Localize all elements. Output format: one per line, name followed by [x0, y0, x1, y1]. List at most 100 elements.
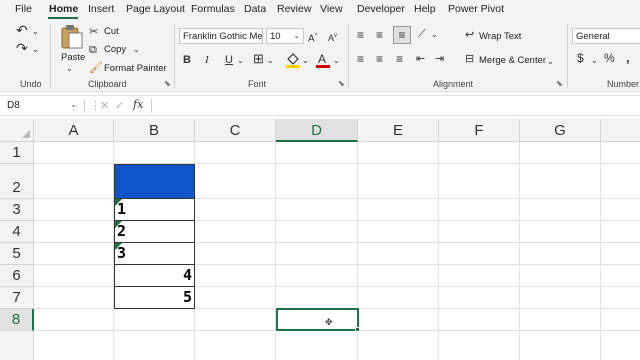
percent-button[interactable]: % [604, 52, 615, 64]
merge-center-button[interactable]: Merge & Center [479, 55, 546, 66]
orientation-dropdown-icon[interactable]: ⌄ [431, 29, 438, 41]
font-name-dropdown[interactable]: Franklin Gothic Me [179, 28, 263, 44]
clipboard-group-label: Clipboard [88, 79, 127, 89]
format-painter-button[interactable]: Format Painter [104, 63, 167, 74]
tab-insert[interactable]: Insert [88, 3, 114, 15]
redo-dropdown-icon[interactable]: ⌄ [32, 44, 39, 56]
enter-icon[interactable]: ✓ [115, 99, 124, 112]
column-header-c[interactable]: C [195, 119, 276, 142]
column-header-b[interactable]: B [114, 119, 195, 142]
orientation-icon[interactable]: ⟋ [418, 28, 426, 40]
clipboard-launcher-icon[interactable]: ⬊ [164, 79, 171, 88]
currency-button[interactable]: $ [577, 52, 584, 64]
cell-b5[interactable]: 3 [114, 243, 195, 265]
cancel-icon[interactable]: ✕ [100, 99, 109, 112]
tab-review[interactable]: Review [277, 3, 311, 15]
align-top-icon[interactable]: ≡ [357, 29, 364, 41]
copy-dropdown-icon[interactable]: ⌄ [133, 44, 140, 56]
fill-color-icon[interactable] [285, 51, 301, 69]
font-color-icon[interactable]: A [315, 51, 331, 69]
column-header-e[interactable]: E [358, 119, 439, 142]
bold-button[interactable]: B [183, 54, 191, 66]
align-left-icon[interactable]: ≡ [357, 53, 364, 65]
align-bottom-icon[interactable]: ≡ [393, 26, 411, 44]
row-header-3[interactable]: 3 [0, 199, 34, 221]
tab-page-layout[interactable]: Page Layout [126, 3, 185, 15]
decrease-indent-icon[interactable]: ⇤ [416, 53, 425, 65]
align-center-icon[interactable]: ≡ [376, 53, 383, 65]
borders-icon[interactable]: ⊞ [253, 52, 264, 65]
font-group-label: Font [248, 79, 267, 89]
copy-icon[interactable]: ⧉ [89, 44, 97, 56]
tab-home[interactable]: Home [49, 3, 78, 15]
paste-label[interactable]: Paste [61, 52, 85, 63]
currency-dropdown-icon[interactable]: ⌄ [591, 55, 598, 67]
group-separator [348, 24, 349, 88]
decrease-font-icon[interactable]: Av [328, 30, 337, 44]
gridline [600, 142, 601, 360]
cell-b3[interactable]: 1 [114, 199, 195, 221]
format-painter-icon[interactable]: 🖌 [89, 62, 103, 74]
insert-function-icon[interactable]: fx [133, 98, 143, 111]
italic-button[interactable]: I [205, 54, 209, 66]
paste-dropdown-icon[interactable]: ⌄ [66, 63, 73, 75]
cell-d8-selected[interactable] [276, 308, 359, 331]
column-header-a[interactable]: A [34, 119, 114, 142]
cell-b2[interactable] [114, 164, 195, 199]
row-header-9[interactable] [0, 331, 34, 360]
tab-power-pivot[interactable]: Power Pivot [448, 3, 504, 15]
column-header-h[interactable] [601, 119, 640, 142]
merge-dropdown-icon[interactable]: ⌄ [547, 56, 554, 68]
worksheet-grid[interactable]: A B C D E F G 1 2 3 4 5 6 7 8 1 2 3 4 5 … [0, 119, 640, 360]
cell-b6[interactable]: 4 [114, 265, 195, 287]
alignment-group-label: Alignment [433, 79, 474, 89]
tab-view[interactable]: View [320, 3, 343, 15]
undo-dropdown-icon[interactable]: ⌄ [32, 26, 39, 38]
row-header-2[interactable]: 2 [0, 164, 34, 199]
tab-formulas[interactable]: Formulas [191, 3, 235, 15]
merge-center-icon[interactable]: ⊟ [465, 53, 474, 65]
cell-b4[interactable]: 2 [114, 221, 195, 243]
font-color-dropdown-icon[interactable]: ⌄ [333, 55, 340, 67]
cut-icon[interactable]: ✂ [89, 26, 98, 38]
select-all-button[interactable] [0, 119, 34, 142]
tab-help[interactable]: Help [414, 3, 436, 15]
chevron-down-icon: ⌄ [70, 100, 77, 109]
row-header-4[interactable]: 4 [0, 221, 34, 243]
row-header-8[interactable]: 8 [0, 309, 34, 331]
underline-dropdown-icon[interactable]: ⌄ [237, 55, 244, 67]
increase-font-icon[interactable]: A^ [308, 30, 318, 45]
row-header-7[interactable]: 7 [0, 287, 34, 309]
undo-icon[interactable]: ↶ [16, 23, 28, 37]
cell-b7[interactable]: 5 [114, 287, 195, 309]
copy-button[interactable]: Copy [104, 44, 126, 55]
row-header-6[interactable]: 6 [0, 265, 34, 287]
borders-dropdown-icon[interactable]: ⌄ [267, 55, 274, 67]
wrap-text-button[interactable]: Wrap Text [479, 31, 521, 42]
fill-dropdown-icon[interactable]: ⌄ [302, 55, 309, 67]
column-header-g[interactable]: G [520, 119, 601, 142]
align-middle-icon[interactable]: ≡ [376, 29, 383, 41]
tab-developer[interactable]: Developer [357, 3, 405, 15]
tab-file[interactable]: File [15, 3, 32, 15]
redo-icon[interactable]: ↷ [16, 41, 28, 55]
align-right-icon[interactable]: ≡ [396, 53, 403, 65]
name-box[interactable]: D8 ⌄ [4, 98, 80, 114]
increase-indent-icon[interactable]: ⇥ [435, 53, 444, 65]
paste-icon[interactable] [60, 24, 84, 50]
row-header-1[interactable]: 1 [0, 142, 34, 164]
number-format-dropdown[interactable]: General [572, 28, 640, 44]
fill-handle[interactable] [355, 327, 360, 332]
font-launcher-icon[interactable]: ⬊ [338, 79, 345, 88]
tab-data[interactable]: Data [244, 3, 266, 15]
alignment-launcher-icon[interactable]: ⬊ [556, 79, 563, 88]
column-header-d[interactable]: D [276, 119, 358, 142]
font-size-dropdown[interactable]: 10 ⌄ [266, 28, 304, 44]
cut-button[interactable]: Cut [104, 26, 119, 37]
comma-style-icon[interactable]: , [626, 51, 630, 64]
underline-button[interactable]: U [225, 54, 233, 66]
wrap-text-icon[interactable]: ↩ [465, 29, 474, 41]
divider [84, 99, 85, 113]
row-header-5[interactable]: 5 [0, 243, 34, 265]
column-header-f[interactable]: F [439, 119, 520, 142]
